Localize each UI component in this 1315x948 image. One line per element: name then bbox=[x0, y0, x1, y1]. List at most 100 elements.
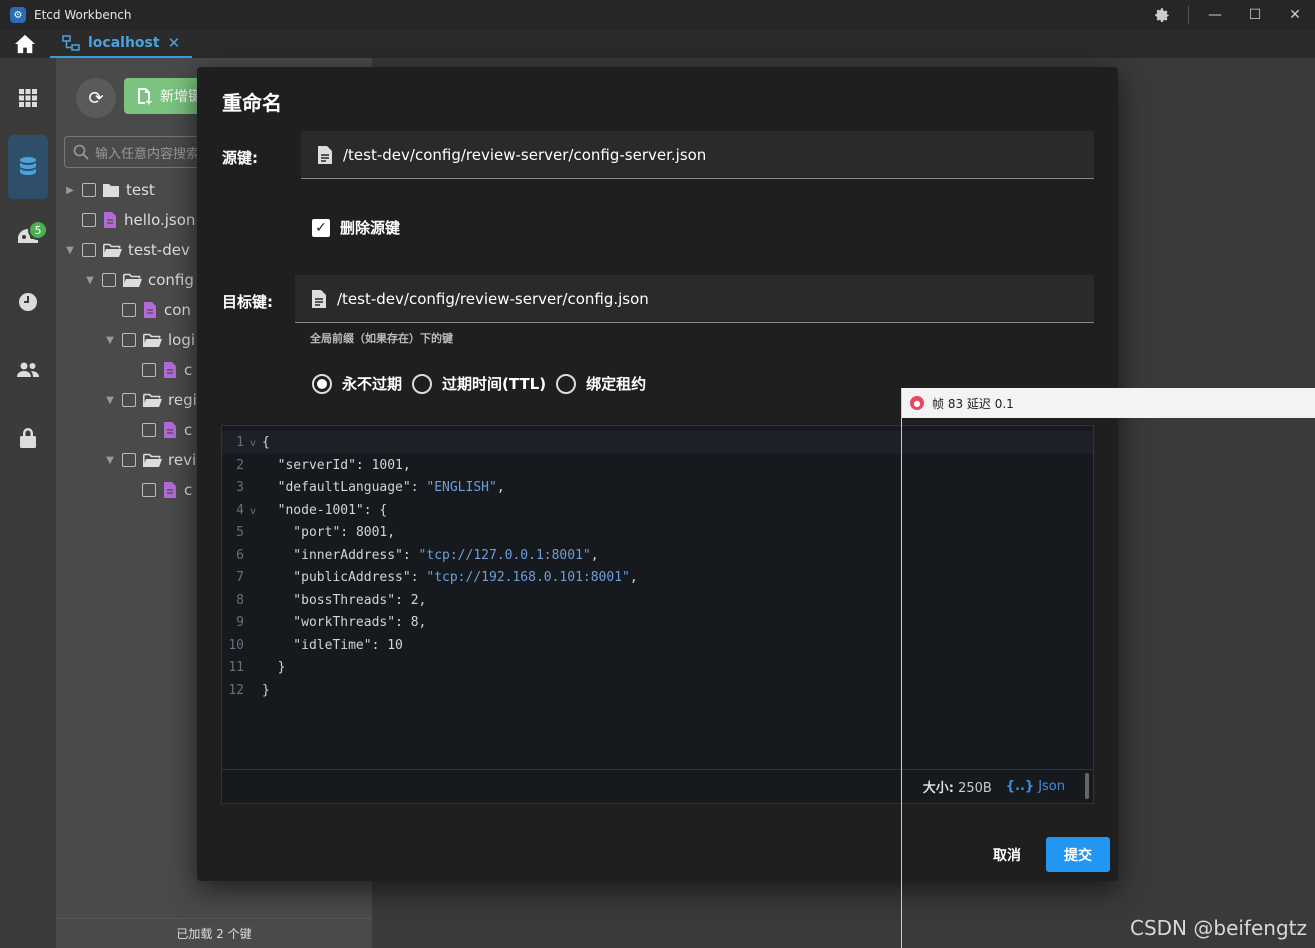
target-key-input[interactable]: /test-dev/config/review-server/config.js… bbox=[295, 275, 1094, 323]
ttl-radio-group: 永不过期 过期时间(TTL) 绑定租约 bbox=[312, 373, 656, 394]
line-number: 3 bbox=[236, 480, 244, 495]
tab-close-icon[interactable]: ✕ bbox=[168, 34, 181, 52]
code-token: "node-1001" bbox=[262, 502, 364, 518]
tree-row[interactable]: c bbox=[124, 475, 192, 505]
code-token: "tcp://127.0.0.1:8001" bbox=[418, 547, 591, 563]
tree-checkbox[interactable] bbox=[122, 303, 136, 317]
tree-row[interactable]: ▼ logi bbox=[104, 325, 195, 355]
code-token: "ENGLISH" bbox=[426, 480, 497, 495]
refresh-button[interactable]: ⟳ bbox=[76, 78, 116, 118]
tree-row[interactable]: hello.json bbox=[64, 205, 195, 235]
left-rail: 5 bbox=[0, 58, 56, 948]
tree-footer-status: 已加载 2 个键 bbox=[56, 918, 372, 948]
collapse-arrow-icon[interactable]: ▼ bbox=[64, 245, 76, 256]
tree-item-label: test-dev bbox=[128, 241, 190, 259]
settings-gear-icon[interactable] bbox=[1142, 0, 1182, 30]
radio-bind-lease[interactable]: 绑定租约 bbox=[556, 373, 646, 394]
source-key-label: 源键: bbox=[222, 149, 258, 167]
collapse-arrow-icon[interactable]: ▼ bbox=[104, 455, 116, 466]
rail-watch-icon[interactable]: 5 bbox=[8, 204, 48, 268]
delete-source-checkbox[interactable]: ✓ 删除源键 bbox=[312, 217, 400, 238]
radio-selected-icon[interactable] bbox=[312, 373, 332, 394]
folder-open-icon bbox=[143, 393, 162, 407]
collapse-arrow-icon[interactable]: ▼ bbox=[104, 395, 116, 406]
folder-open-icon bbox=[143, 333, 162, 347]
code-token: , bbox=[590, 547, 599, 563]
line-number: 5 bbox=[236, 525, 244, 540]
delete-source-label: 删除源键 bbox=[340, 219, 401, 237]
code-token: "tcp://192.168.0.101:8001" bbox=[426, 570, 630, 585]
rail-history-clock-icon[interactable] bbox=[8, 270, 48, 334]
app-title: Etcd Workbench bbox=[34, 8, 132, 22]
tree-row[interactable]: ▼ config bbox=[84, 265, 194, 295]
target-key-hint: 全局前缀（如果存在）下的键 bbox=[310, 332, 453, 345]
title-bar: ⚙ Etcd Workbench — ☐ ✕ bbox=[0, 0, 1315, 30]
tree-checkbox[interactable] bbox=[122, 393, 136, 407]
document-icon bbox=[312, 289, 326, 308]
rail-dashboard-icon[interactable] bbox=[8, 66, 48, 130]
radio-label: 过期时间(TTL) bbox=[442, 375, 547, 393]
file-icon bbox=[164, 482, 176, 498]
tree-row[interactable]: ▼ regi bbox=[104, 385, 197, 415]
home-icon[interactable] bbox=[0, 30, 50, 58]
dialog-title: 重命名 bbox=[222, 91, 282, 115]
minimize-icon[interactable]: — bbox=[1195, 0, 1235, 30]
code-token: "bossThreads" bbox=[262, 592, 396, 608]
tree-item-label: logi bbox=[168, 331, 196, 349]
code-token: : bbox=[395, 615, 411, 630]
radio-label: 永不过期 bbox=[342, 375, 403, 393]
fold-chevron-icon[interactable]: v bbox=[244, 501, 262, 523]
close-window-icon[interactable]: ✕ bbox=[1275, 0, 1315, 30]
folder-open-icon bbox=[103, 243, 122, 257]
code-token: : { bbox=[363, 502, 388, 518]
file-icon bbox=[144, 302, 156, 318]
tree-checkbox[interactable] bbox=[142, 363, 156, 377]
tree-row[interactable]: ▼ revi bbox=[104, 445, 196, 475]
code-token: : bbox=[340, 525, 356, 540]
tree-item-label: con bbox=[164, 301, 191, 319]
tree-row[interactable]: ▼ test-dev bbox=[64, 235, 190, 265]
line-number: 7 bbox=[236, 570, 244, 585]
radio-never-expire[interactable]: 永不过期 bbox=[312, 373, 402, 394]
code-token: , bbox=[496, 480, 505, 495]
tree-checkbox[interactable] bbox=[102, 273, 116, 287]
overlay-title-bar[interactable]: ● 帧 83 延迟 0.1 bbox=[902, 388, 1315, 418]
tree-checkbox[interactable] bbox=[82, 183, 96, 197]
collapse-arrow-icon[interactable]: ▼ bbox=[84, 275, 96, 286]
tree-checkbox[interactable] bbox=[82, 213, 96, 227]
expand-arrow-icon[interactable]: ▶ bbox=[64, 185, 76, 196]
code-token: } bbox=[262, 660, 286, 675]
rail-users-icon[interactable] bbox=[8, 338, 48, 402]
folder-open-icon bbox=[123, 273, 142, 287]
radio-ttl[interactable]: 过期时间(TTL) bbox=[412, 373, 546, 394]
rail-database-icon[interactable] bbox=[8, 135, 48, 199]
tree-row[interactable]: c bbox=[124, 355, 192, 385]
file-icon bbox=[104, 212, 116, 228]
line-number: 6 bbox=[236, 547, 244, 563]
tree-checkbox[interactable] bbox=[122, 333, 136, 347]
checkbox-checked-icon[interactable]: ✓ bbox=[312, 218, 330, 237]
tree-checkbox[interactable] bbox=[142, 423, 156, 437]
tab-bar: localhost ✕ bbox=[0, 30, 1315, 58]
tree-checkbox[interactable] bbox=[142, 483, 156, 497]
code-token: : bbox=[410, 570, 427, 585]
maximize-icon[interactable]: ☐ bbox=[1235, 0, 1275, 30]
fold-chevron-icon[interactable]: v bbox=[244, 433, 262, 455]
tree-checkbox[interactable] bbox=[122, 453, 136, 467]
app-logo-icon: ⚙ bbox=[10, 7, 26, 23]
code-token: : bbox=[371, 637, 388, 653]
file-icon bbox=[164, 422, 176, 438]
recording-overlay-window: ● 帧 83 延迟 0.1 bbox=[901, 388, 1315, 948]
tree-row[interactable]: con bbox=[104, 295, 191, 325]
tree-row[interactable]: c bbox=[124, 415, 192, 445]
code-token: "port" bbox=[262, 525, 341, 540]
tab-localhost[interactable]: localhost ✕ bbox=[50, 30, 193, 58]
watermark: CSDN @beifengtz bbox=[1130, 916, 1307, 940]
tree-row[interactable]: ▶ test bbox=[64, 175, 155, 205]
radio-unselected-icon[interactable] bbox=[556, 373, 577, 394]
tree-checkbox[interactable] bbox=[82, 243, 96, 257]
radio-unselected-icon[interactable] bbox=[412, 373, 433, 394]
collapse-arrow-icon[interactable]: ▼ bbox=[104, 335, 116, 346]
tree-item-label: revi bbox=[168, 451, 197, 469]
rail-lock-icon[interactable] bbox=[8, 406, 48, 470]
